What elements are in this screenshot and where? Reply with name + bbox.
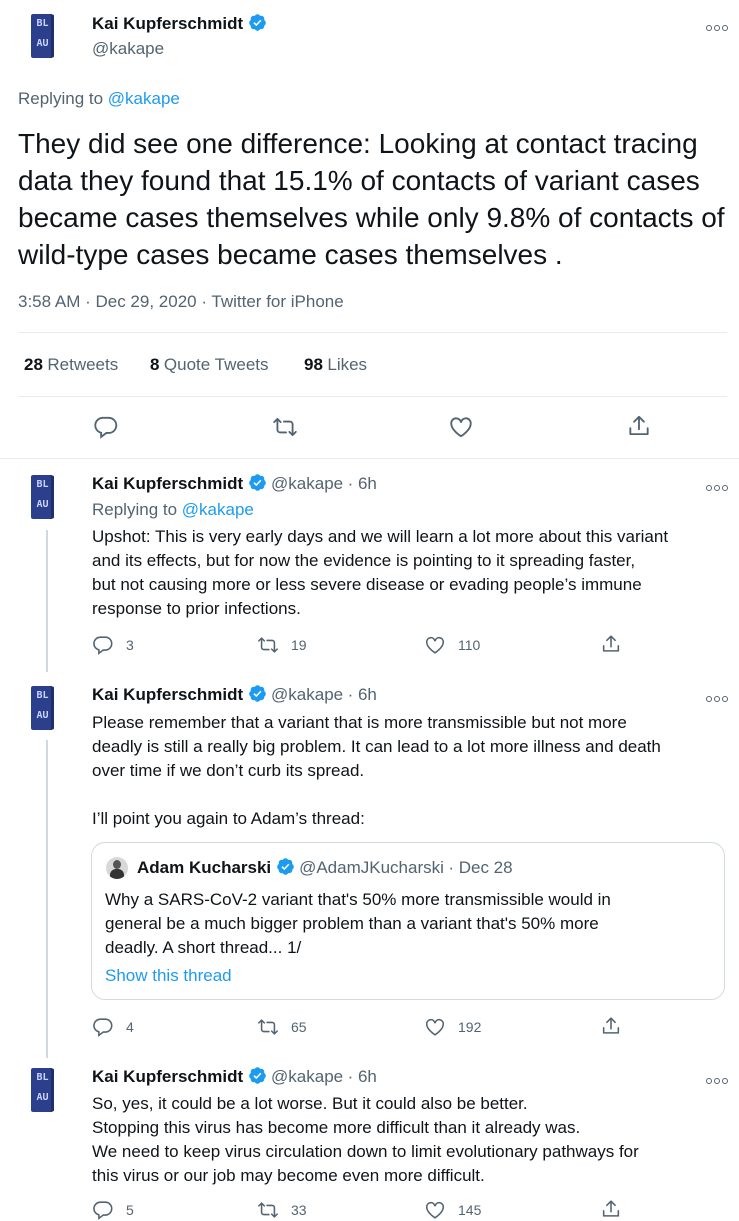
quote-date: · Dec 28 [448,858,513,877]
retweet-icon[interactable] [257,634,279,656]
more-options-icon[interactable] [706,478,728,494]
replying-handle-link[interactable]: @kakape [182,500,254,519]
retweet-icon[interactable] [257,1199,279,1221]
more-options-icon[interactable] [706,18,728,34]
reply-header: Kai Kupferschmidt @kakape · 6h [92,473,377,494]
likes-stat[interactable]: 98 Likes [304,355,367,375]
reply-count: 3 [126,637,134,653]
like-icon[interactable] [424,1199,446,1221]
avatar-image: BL AU [31,686,54,730]
verified-icon [276,857,295,876]
reply-count: 5 [126,1202,134,1218]
share-icon[interactable] [626,413,652,439]
share-icon[interactable] [600,1198,622,1220]
reply-icon[interactable] [93,414,119,440]
avatar[interactable]: BL AU [18,1066,66,1114]
retweet-count: 65 [291,1019,307,1035]
reply-action[interactable]: 5 [92,1199,134,1221]
reply-icon[interactable] [92,1199,114,1221]
reply-header: Kai Kupferschmidt @kakape · 6h [92,1066,377,1087]
retweet-count: 19 [291,637,307,653]
more-options-icon[interactable] [706,1071,728,1087]
retweet-count: 33 [291,1202,307,1218]
divider [18,396,727,397]
author-name[interactable]: Kai Kupferschmidt [92,1067,243,1086]
main-author[interactable]: Kai Kupferschmidt [92,13,267,34]
retweet-icon[interactable] [257,1016,279,1038]
like-count: 110 [458,637,481,653]
quote-text: Why a SARS-CoV-2 variant that's 50% more… [105,890,611,957]
reply-header: Kai Kupferschmidt @kakape · 6h [92,684,377,705]
quoted-tweet[interactable]: Adam Kucharski @AdamJKucharski · Dec 28 … [91,842,725,1000]
verified-icon [248,473,267,492]
replying-label: Replying to [18,89,104,108]
tweet-age[interactable]: · 6h [348,1067,377,1086]
verified-icon [248,684,267,703]
verified-icon [248,1066,267,1085]
like-action[interactable]: 145 [424,1199,481,1221]
reply-count: 4 [126,1019,134,1035]
quote-avatar[interactable] [106,857,128,879]
quote-tweets-stat[interactable]: 8 Quote Tweets [150,355,269,375]
replying-handle-link[interactable]: @kakape [108,89,180,108]
avatar-letters-top: BL [36,18,49,29]
tweet-text: They did see one difference: Looking at … [18,128,725,270]
tweet-text: So, yes, it could be a lot worse. But it… [92,1094,639,1185]
author-name[interactable]: Kai Kupferschmidt [92,14,243,33]
tweet-age[interactable]: · 6h [348,474,377,493]
like-icon[interactable] [448,414,474,440]
reply-action[interactable]: 3 [92,634,134,656]
divider [18,332,727,333]
avatar[interactable]: BL AU [18,684,66,732]
thread-line [46,530,48,672]
avatar-image: BL AU [31,1068,54,1112]
share-icon[interactable] [600,1015,622,1037]
thread-line [46,740,48,1058]
tweet-text: Please remember that a variant that is m… [92,713,661,828]
replying-to: Replying to @kakape [18,89,180,109]
retweets-stat[interactable]: 28 Retweets [24,355,118,375]
retweet-action[interactable]: 65 [257,1016,307,1038]
author-name[interactable]: Kai Kupferschmidt [92,474,243,493]
reply-action[interactable]: 4 [92,1016,134,1038]
like-icon[interactable] [424,1016,446,1038]
avatar-image: BL AU [31,14,54,58]
avatar[interactable]: BL AU [18,12,66,60]
like-icon[interactable] [424,634,446,656]
avatar-letters-bottom: AU [36,38,49,49]
tweet-age[interactable]: · 6h [348,685,377,704]
author-handle[interactable]: @kakape [271,1067,343,1086]
author-handle[interactable]: @kakape [271,474,343,493]
author-handle[interactable]: @kakape [271,685,343,704]
author-handle[interactable]: @kakape [92,39,164,59]
avatar[interactable]: BL AU [18,473,66,521]
tweet-text: Upshot: This is very early days and we w… [92,527,669,618]
quote-header: Adam Kucharski @AdamJKucharski · Dec 28 [137,857,513,878]
author-name[interactable]: Kai Kupferschmidt [92,685,243,704]
divider [0,458,739,459]
retweet-icon[interactable] [272,414,298,440]
tweet-timestamp[interactable]: 3:58 AM · Dec 29, 2020 · Twitter for iPh… [18,292,344,312]
retweet-action[interactable]: 19 [257,634,307,656]
retweet-action[interactable]: 33 [257,1199,307,1221]
replying-to: Replying to @kakape [92,500,254,519]
like-count: 145 [458,1202,482,1218]
show-this-thread-link[interactable]: Show this thread [105,966,232,986]
avatar-image: BL AU [31,475,54,519]
share-icon[interactable] [600,633,622,655]
like-action[interactable]: 110 [424,634,480,656]
like-action[interactable]: 192 [424,1016,481,1038]
reply-icon[interactable] [92,634,114,656]
quote-author-handle: @AdamJKucharski [299,858,444,877]
reply-icon[interactable] [92,1016,114,1038]
like-count: 192 [458,1019,482,1035]
quote-author-name: Adam Kucharski [137,858,272,877]
more-options-icon[interactable] [706,689,728,705]
verified-icon [248,13,267,32]
